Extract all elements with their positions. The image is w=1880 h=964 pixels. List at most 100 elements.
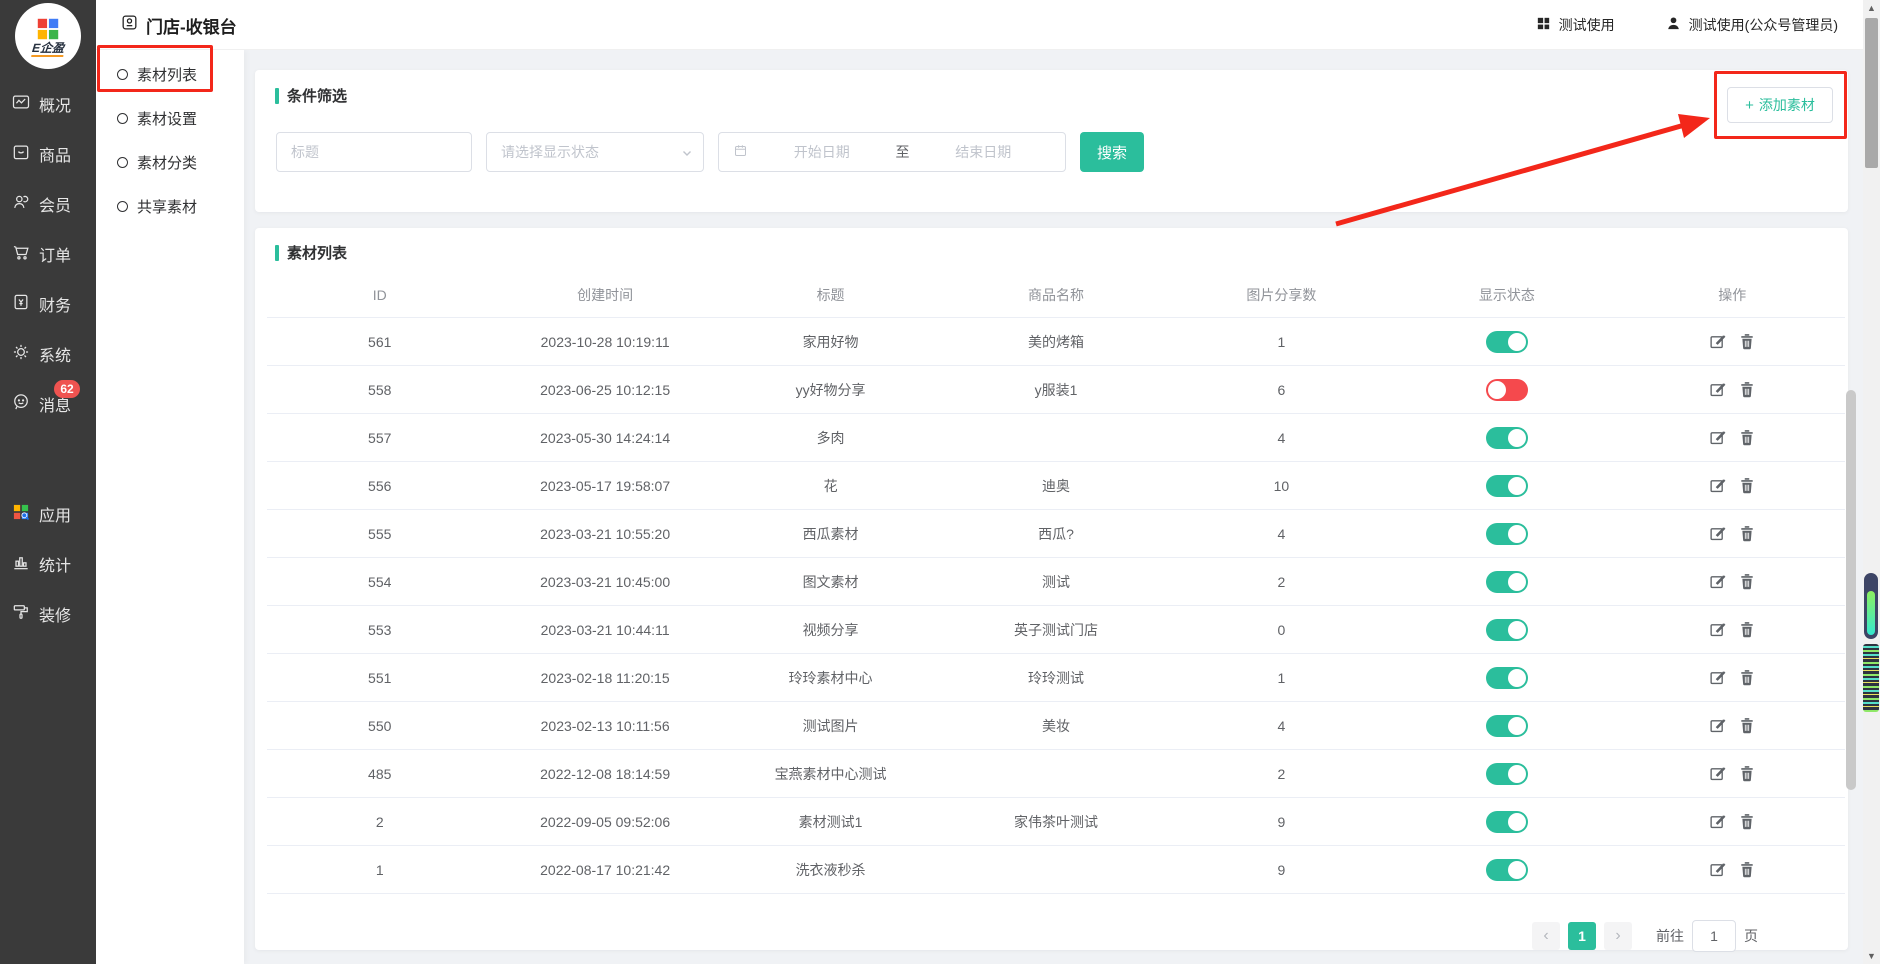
cell-id: 553 bbox=[267, 622, 492, 638]
date-range-picker[interactable]: 开始日期 至 结束日期 bbox=[718, 132, 1066, 172]
status-toggle[interactable] bbox=[1486, 811, 1528, 833]
current-page-button[interactable]: 1 bbox=[1568, 922, 1596, 950]
pagination: ‹ 1 › 前往 页 bbox=[1532, 920, 1758, 952]
title-input[interactable] bbox=[276, 132, 472, 172]
edit-icon[interactable] bbox=[1709, 525, 1726, 542]
cell-created: 2022-12-08 18:14:59 bbox=[492, 766, 717, 782]
column-header-status: 显示状态 bbox=[1394, 285, 1619, 305]
status-toggle[interactable] bbox=[1486, 523, 1528, 545]
goto-label: 前往 bbox=[1656, 926, 1684, 946]
browser-scrollbar[interactable]: ▲ ▼ bbox=[1863, 0, 1880, 964]
cell-title: 洗衣液秒杀 bbox=[718, 860, 943, 880]
sidebar-item-overview[interactable]: 概况 bbox=[0, 79, 96, 129]
workspace-switcher[interactable]: 测试使用 bbox=[1535, 15, 1615, 35]
end-date-placeholder: 结束日期 bbox=[916, 142, 1052, 162]
delete-icon[interactable] bbox=[1739, 429, 1755, 446]
status-toggle[interactable] bbox=[1486, 859, 1528, 881]
cell-id: 554 bbox=[267, 574, 492, 590]
delete-icon[interactable] bbox=[1739, 765, 1755, 782]
edit-icon[interactable] bbox=[1709, 381, 1726, 398]
cell-created: 2022-09-05 09:52:06 bbox=[492, 814, 717, 830]
filter-card: 条件筛选 请选择显示状态 开始日期 至 结束日期 搜索 bbox=[255, 70, 1848, 212]
sidebar-item-label: 概况 bbox=[39, 92, 71, 116]
sidebar-item-apps[interactable]: 应用 bbox=[0, 489, 96, 539]
finance-icon bbox=[11, 292, 31, 317]
scroll-up-arrow[interactable]: ▲ bbox=[1863, 1, 1880, 15]
cell-status bbox=[1394, 331, 1619, 353]
submenu-item-material-list[interactable]: 素材列表 bbox=[96, 52, 244, 96]
search-button[interactable]: 搜索 bbox=[1080, 132, 1144, 172]
status-toggle[interactable] bbox=[1486, 379, 1528, 401]
edit-icon[interactable] bbox=[1709, 861, 1726, 878]
status-select[interactable]: 请选择显示状态 bbox=[486, 132, 704, 172]
submenu-item-material-settings[interactable]: 素材设置 bbox=[96, 96, 244, 140]
delete-icon[interactable] bbox=[1739, 717, 1755, 734]
edit-icon[interactable] bbox=[1709, 765, 1726, 782]
scrollbar-thumb[interactable] bbox=[1865, 18, 1878, 168]
cell-status bbox=[1394, 859, 1619, 881]
sidebar-item-label: 系统 bbox=[39, 342, 71, 366]
submenu-item-shared-material[interactable]: 共享素材 bbox=[96, 184, 244, 228]
cell-shares: 2 bbox=[1169, 574, 1394, 590]
goto-page-input[interactable] bbox=[1692, 920, 1736, 952]
calendar-icon bbox=[733, 143, 748, 161]
next-page-button[interactable]: › bbox=[1604, 922, 1632, 950]
sidebar-item-orders[interactable]: 订单 bbox=[0, 229, 96, 279]
table-section-title: 素材列表 bbox=[287, 242, 347, 263]
sidebar-item-messages[interactable]: 消息 62 bbox=[0, 379, 96, 429]
cell-created: 2023-02-18 11:20:15 bbox=[492, 670, 717, 686]
delete-icon[interactable] bbox=[1739, 333, 1755, 350]
status-toggle[interactable] bbox=[1486, 619, 1528, 641]
edit-icon[interactable] bbox=[1709, 333, 1726, 350]
sidebar-item-goods[interactable]: 商品 bbox=[0, 129, 96, 179]
submenu-item-label: 共享素材 bbox=[137, 196, 197, 217]
delete-icon[interactable] bbox=[1739, 861, 1755, 878]
edit-icon[interactable] bbox=[1709, 429, 1726, 446]
table-row: 554 2023-03-21 10:45:00 图文素材 测试 2 bbox=[267, 558, 1845, 606]
status-toggle[interactable] bbox=[1486, 475, 1528, 497]
submenu-item-material-category[interactable]: 素材分类 bbox=[96, 140, 244, 184]
cell-status bbox=[1394, 427, 1619, 449]
status-toggle[interactable] bbox=[1486, 763, 1528, 785]
extension-widget-gradient[interactable] bbox=[1864, 573, 1878, 639]
delete-icon[interactable] bbox=[1739, 573, 1755, 590]
sidebar-spacer bbox=[0, 429, 96, 489]
edit-icon[interactable] bbox=[1709, 669, 1726, 686]
sidebar-item-finance[interactable]: 财务 bbox=[0, 279, 96, 329]
account-menu[interactable]: 测试使用(公众号管理员) bbox=[1665, 15, 1838, 35]
edit-icon[interactable] bbox=[1709, 621, 1726, 638]
goods-icon bbox=[11, 142, 31, 167]
cell-status bbox=[1394, 763, 1619, 785]
app-logo[interactable]: E企盈 bbox=[15, 3, 81, 69]
edit-icon[interactable] bbox=[1709, 717, 1726, 734]
status-toggle[interactable] bbox=[1486, 667, 1528, 689]
sidebar-item-system[interactable]: 系统 bbox=[0, 329, 96, 379]
delete-icon[interactable] bbox=[1739, 813, 1755, 830]
delete-icon[interactable] bbox=[1739, 477, 1755, 494]
inner-scrollbar-thumb[interactable] bbox=[1846, 390, 1856, 790]
cell-status bbox=[1394, 523, 1619, 545]
cell-actions bbox=[1620, 477, 1845, 494]
delete-icon[interactable] bbox=[1739, 621, 1755, 638]
prev-page-button[interactable]: ‹ bbox=[1532, 922, 1560, 950]
delete-icon[interactable] bbox=[1739, 669, 1755, 686]
status-toggle[interactable] bbox=[1486, 427, 1528, 449]
sidebar-item-decorate[interactable]: 装修 bbox=[0, 589, 96, 639]
edit-icon[interactable] bbox=[1709, 813, 1726, 830]
goto-page-wrap: 前往 页 bbox=[1656, 920, 1758, 952]
delete-icon[interactable] bbox=[1739, 381, 1755, 398]
status-toggle[interactable] bbox=[1486, 331, 1528, 353]
scroll-down-arrow[interactable]: ▼ bbox=[1863, 949, 1880, 963]
status-toggle[interactable] bbox=[1486, 571, 1528, 593]
cell-actions bbox=[1620, 813, 1845, 830]
delete-icon[interactable] bbox=[1739, 525, 1755, 542]
cell-title: 测试图片 bbox=[718, 716, 943, 736]
edit-icon[interactable] bbox=[1709, 573, 1726, 590]
page-unit-label: 页 bbox=[1744, 926, 1758, 946]
edit-icon[interactable] bbox=[1709, 477, 1726, 494]
sidebar-item-stats[interactable]: 统计 bbox=[0, 539, 96, 589]
status-toggle[interactable] bbox=[1486, 715, 1528, 737]
sidebar-item-members[interactable]: 会员 bbox=[0, 179, 96, 229]
extension-widget-striped[interactable] bbox=[1863, 644, 1879, 712]
add-material-button[interactable]: + 添加素材 bbox=[1727, 87, 1833, 123]
